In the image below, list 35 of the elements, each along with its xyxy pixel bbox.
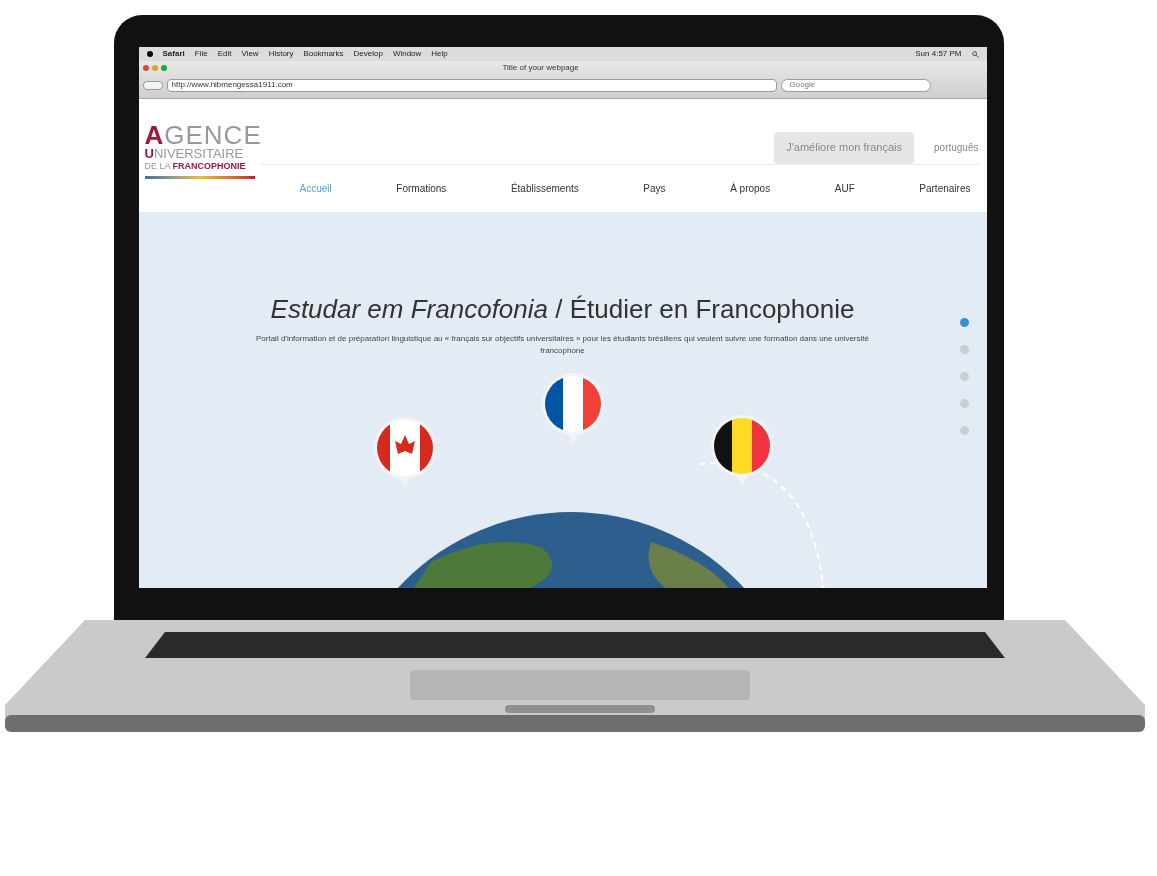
nav-link[interactable]: Formations [396,181,447,196]
menu-item[interactable]: File [194,48,208,60]
menu-item[interactable]: Window [392,48,422,60]
menu-item[interactable]: Help [431,48,448,60]
apple-icon[interactable] [146,51,153,57]
flag-pin-icon [539,371,606,445]
nav-link[interactable]: Pays [643,181,666,196]
menu-item[interactable]: Edit [217,48,232,60]
minimize-button[interactable] [151,65,158,71]
flag-pin-icon [371,415,438,489]
search-icon[interactable] [971,50,979,58]
logo-text: DE LA FRANCOPHONIE [144,161,247,172]
logo-text: AGENCE [144,123,260,147]
menu-item[interactable]: Safari [162,48,185,60]
search-field[interactable]: Google [780,78,931,92]
menu-item[interactable]: View [241,48,259,60]
nav-link[interactable]: Établissements [510,181,579,196]
menu-item[interactable]: Develop [353,48,383,60]
flag-pin-icon [708,413,775,487]
address-field[interactable]: http://www.hibmengessa1911.com [166,78,777,92]
menu-item[interactable]: Bookmarks [303,48,344,60]
zoom-button[interactable] [160,65,167,71]
logo-text: UNIVERSITAIRE [144,147,245,161]
nav-link[interactable]: Partenaires [919,181,971,196]
language-link[interactable]: português [934,140,981,155]
site-logo[interactable]: AGENCE UNIVERSITAIRE DE LA FRANCOPHONIE [144,123,260,185]
back-forward-buttons[interactable] [142,80,163,90]
menu-item[interactable]: History [268,48,294,60]
hero-subtitle: Portail d'information et de préparation linguistique au « français sur objectifs universitaires » pour les étudiants brésiliens qui veulent suivre une formation dans une université francophone [255,333,870,357]
hero-title: Estudar em Francofonia / Étudier en Francophonie [270,293,855,326]
clock: Sun 4:57 PM [915,48,962,60]
close-button[interactable] [142,65,149,71]
nav-link[interactable]: AUF [834,181,855,196]
window-title: Title of your webpage [502,62,579,74]
nav-link[interactable]: À propos [730,181,771,196]
